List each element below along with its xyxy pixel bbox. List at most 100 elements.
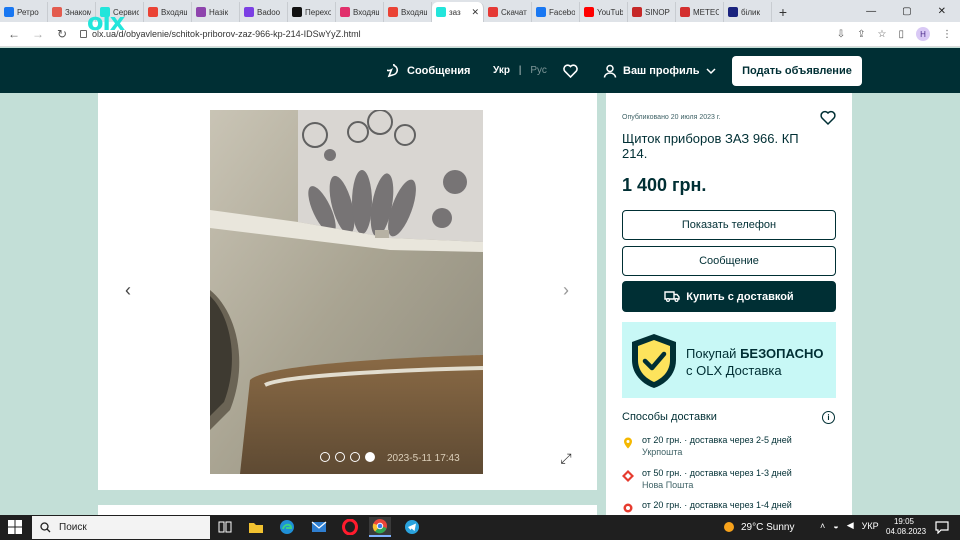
browser-tab[interactable]: Badoo — [240, 2, 288, 22]
listing-photo[interactable] — [210, 110, 483, 474]
url-field[interactable]: olx.ua/d/obyavlenie/schitok-priborov-zaz… — [80, 29, 825, 39]
browser-tab[interactable]: Перехо — [288, 2, 336, 22]
browser-tab[interactable]: Ретро — [0, 2, 48, 22]
tab-title: Скачать — [501, 7, 527, 17]
info-icon[interactable]: i — [822, 411, 835, 424]
search-placeholder: Поиск — [59, 522, 87, 533]
favicon-icon — [728, 7, 738, 17]
file-explorer-icon[interactable] — [245, 517, 267, 537]
tab-title: Входящ — [161, 7, 187, 17]
notifications-icon[interactable] — [935, 520, 949, 534]
buy-with-delivery-label: Купить с доставкой — [686, 290, 794, 303]
favicon-icon — [488, 7, 498, 17]
bookmark-star-icon[interactable]: ☆ — [878, 29, 887, 40]
browser-tab[interactable]: METEO — [676, 2, 724, 22]
delivery-option-carrier: Укрпошта — [642, 447, 683, 457]
show-phone-button[interactable]: Показать телефон — [622, 210, 836, 240]
gallery-dot[interactable] — [320, 452, 330, 462]
browser-tab[interactable]: Facebo — [532, 2, 580, 22]
browser-tab[interactable]: Входящ — [336, 2, 384, 22]
new-tab-button[interactable]: + — [772, 2, 794, 22]
shield-check-icon — [632, 334, 676, 388]
browser-tab[interactable]: білик — [724, 2, 772, 22]
tab-title: SINOP — [645, 7, 670, 17]
task-view-icon[interactable] — [214, 517, 236, 537]
delivery-option-main: от 20 грн. · доставка через 2-5 дней — [642, 435, 792, 445]
gallery-dot-active[interactable] — [365, 452, 375, 462]
browser-tab[interactable]: SINOP — [628, 2, 676, 22]
favorite-heart-icon[interactable] — [820, 110, 836, 126]
install-icon[interactable]: ⇩ — [837, 29, 845, 40]
photo-timestamp: 2023-5-11 17:43 — [387, 453, 460, 464]
safe-delivery-banner[interactable]: Покупай БЕЗОПАСНО с OLX Доставка — [622, 322, 836, 398]
tab-title: Назік — [209, 7, 229, 17]
tray-overflow-icon[interactable]: ˄ — [820, 521, 825, 531]
messages-link[interactable]: Сообщения — [387, 64, 470, 78]
olx-logo[interactable]: olx — [87, 10, 125, 34]
browser-tab[interactable]: заз ✕ — [432, 2, 484, 22]
gallery-dot[interactable] — [350, 452, 360, 462]
mail-icon[interactable] — [308, 517, 330, 537]
description-card-top — [98, 505, 597, 515]
favicon-icon — [52, 7, 62, 17]
system-tray: ˄ ◒ ◀ УКР — [820, 520, 879, 531]
reload-icon[interactable]: ↻ — [56, 27, 68, 41]
tab-title: Badoo — [257, 7, 281, 17]
telegram-icon[interactable] — [401, 517, 423, 537]
profile-menu[interactable]: Ваш профиль — [603, 64, 716, 78]
edge-icon[interactable] — [276, 517, 298, 537]
share-icon[interactable]: ⇪ — [857, 29, 865, 40]
favicon-icon — [244, 7, 254, 17]
tab-title: YouTub — [597, 7, 623, 17]
browser-menu-icon[interactable]: ⋮ — [942, 29, 952, 40]
favicon-icon — [632, 7, 642, 17]
delivery-methods-heading: Способы доставки — [622, 411, 717, 423]
browser-tab[interactable]: Входящ — [144, 2, 192, 22]
maximize-button[interactable]: ▢ — [902, 6, 911, 17]
browser-tab[interactable]: Входящ — [384, 2, 432, 22]
post-ad-button[interactable]: Подать объявление — [732, 56, 862, 86]
network-icon[interactable]: ◒ — [833, 521, 838, 531]
favicon-icon — [340, 7, 350, 17]
back-icon[interactable]: ← — [8, 27, 20, 41]
lang-rus[interactable]: Рус — [530, 65, 547, 76]
close-tab-icon[interactable]: ✕ — [471, 7, 479, 18]
minimize-button[interactable]: — — [866, 6, 876, 17]
gallery-prev-button[interactable]: ‹ — [118, 279, 138, 301]
volume-icon[interactable]: ◀ — [847, 520, 854, 531]
gallery-dot[interactable] — [335, 452, 345, 462]
favicon-icon — [148, 7, 158, 17]
listing-price: 1 400 грн. — [622, 175, 707, 195]
browser-profile-avatar[interactable]: Н — [916, 27, 930, 41]
delivery-option-main: от 50 грн. · доставка через 1-3 дней — [642, 468, 792, 478]
opera-icon[interactable] — [339, 517, 361, 537]
favicon-icon — [388, 7, 398, 17]
weather-widget[interactable]: 29°C Sunny — [722, 520, 794, 534]
messages-label: Сообщения — [407, 65, 471, 77]
input-language[interactable]: УКР — [862, 521, 879, 531]
favicon-icon — [4, 7, 14, 17]
lang-ukr[interactable]: Укр — [493, 65, 510, 76]
clock-time: 19:05 — [893, 517, 915, 526]
browser-tab-strip: РетроЗнакомСервисВходящНазікBadooПерехоВ… — [0, 0, 960, 22]
fullscreen-icon[interactable]: ⤢ — [556, 448, 576, 468]
browser-tab[interactable]: Назік — [192, 2, 240, 22]
system-clock[interactable]: 19:05 04.08.2023 — [886, 517, 926, 537]
message-button[interactable]: Сообщение — [622, 246, 836, 276]
tab-title: Входящ — [353, 7, 379, 17]
sidebar-icon[interactable]: ▯ — [898, 29, 904, 40]
favorites-heart-icon[interactable] — [563, 64, 578, 78]
address-bar-row: ← → ↻ olx.ua/d/obyavlenie/schitok-pribor… — [0, 22, 960, 47]
forward-icon[interactable]: → — [32, 27, 44, 41]
gallery-next-button[interactable]: › — [556, 279, 576, 301]
listing-title: Щиток приборов ЗАЗ 966. КП 214. — [622, 131, 799, 161]
taskbar-search[interactable]: Поиск — [32, 516, 210, 539]
browser-tab[interactable]: YouTub — [580, 2, 628, 22]
close-window-button[interactable]: ✕ — [938, 6, 946, 17]
browser-tab[interactable]: Скачать — [484, 2, 532, 22]
buy-with-delivery-button[interactable]: Купить с доставкой — [622, 281, 836, 312]
windows-start-icon[interactable] — [8, 520, 22, 534]
nova-poshta-icon — [622, 470, 634, 482]
lang-separator: | — [518, 65, 522, 76]
chrome-icon[interactable] — [369, 517, 391, 537]
